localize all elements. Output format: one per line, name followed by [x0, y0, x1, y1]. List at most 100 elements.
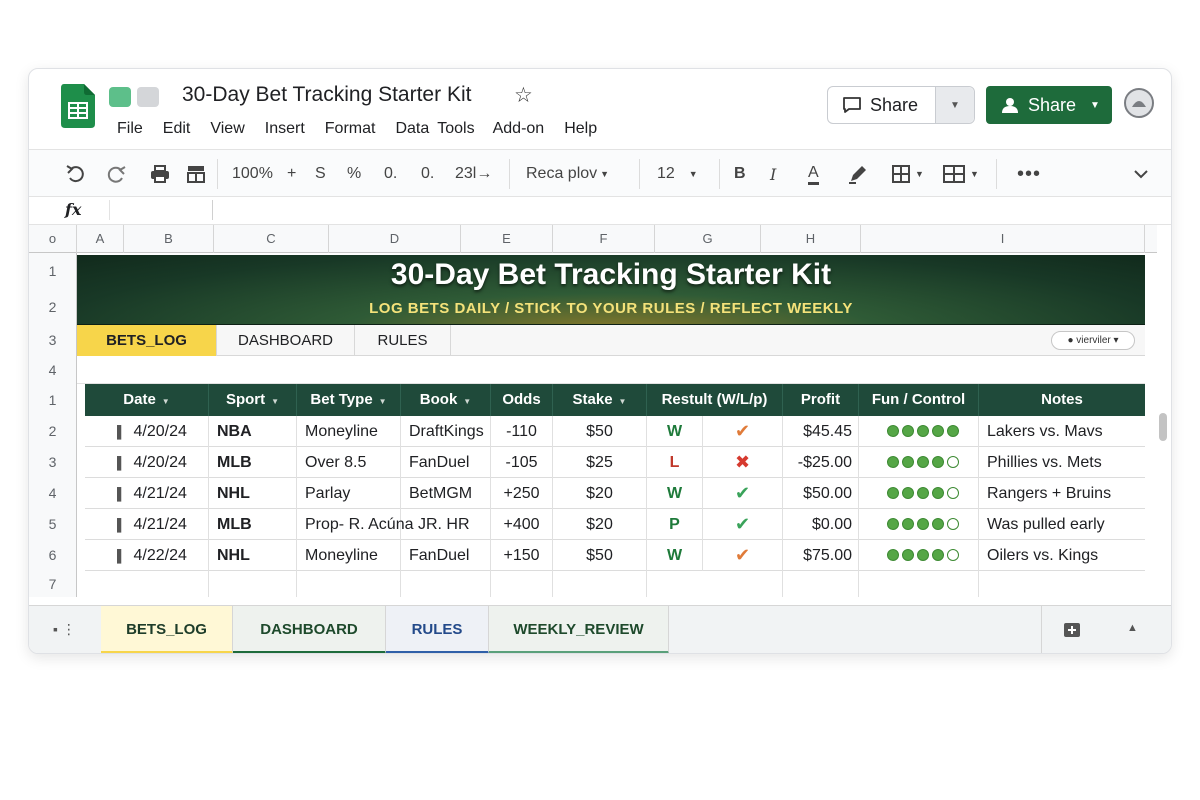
share-button[interactable]: Share ▼ [986, 86, 1112, 124]
undo-icon[interactable] [65, 162, 87, 186]
cell-notes[interactable]: Phillies vs. Mets [979, 447, 1145, 478]
cell-notes[interactable]: Lakers vs. Mavs [979, 416, 1145, 447]
row-header[interactable]: 1 [29, 384, 77, 416]
column-header-g[interactable]: G [655, 225, 761, 253]
cell-result[interactable]: L [647, 447, 703, 478]
cell-book[interactable]: FanDuel [401, 540, 491, 571]
currency-format-button[interactable]: S [315, 162, 326, 186]
add-button[interactable]: + [287, 162, 296, 186]
column-header-i[interactable]: I [861, 225, 1145, 253]
font-size-select[interactable]: 12 ▼ [657, 162, 698, 186]
menu-format[interactable]: Format [325, 120, 376, 138]
cell-book[interactable]: BetMGM [401, 478, 491, 509]
column-header-f[interactable]: F [553, 225, 655, 253]
header-result[interactable]: Restult (W/L/p) [647, 384, 783, 416]
empty-cell[interactable] [859, 571, 979, 597]
column-header-c[interactable]: C [214, 225, 329, 253]
cell-stake[interactable]: $50 [553, 416, 647, 447]
cell-sport[interactable]: MLB [209, 509, 297, 540]
collapse-toolbar-icon[interactable] [1133, 162, 1149, 186]
sheet-tab-bets-log[interactable]: BETS_LOG [101, 606, 233, 653]
cell-date[interactable]: ▌ 4/20/24 [85, 447, 209, 478]
percent-format-button[interactable]: % [347, 162, 361, 186]
empty-cell[interactable] [783, 571, 859, 597]
cell-sport[interactable]: NBA [209, 416, 297, 447]
cell-result[interactable]: W [647, 540, 703, 571]
cell-notes[interactable]: Rangers + Bruins [979, 478, 1145, 509]
menu-help[interactable]: Help [564, 120, 597, 138]
cell-notes[interactable]: Oilers vs. Kings [979, 540, 1145, 571]
column-header-h[interactable]: H [761, 225, 861, 253]
cell-odds[interactable]: +150 [491, 540, 553, 571]
sheets-logo-icon[interactable] [61, 84, 95, 128]
expand-up-icon[interactable]: ▲ [1127, 622, 1138, 634]
more-formats-button[interactable]: 23l→ [455, 162, 492, 186]
cell-odds[interactable]: +400 [491, 509, 553, 540]
cell-bet-type[interactable]: Over 8.5 [297, 447, 401, 478]
header-notes[interactable]: Notes [979, 384, 1145, 416]
cell-stake[interactable]: $20 [553, 478, 647, 509]
cell-stake[interactable]: $50 [553, 540, 647, 571]
empty-cell[interactable] [647, 571, 783, 597]
empty-cell[interactable] [553, 571, 647, 597]
header-fun-control[interactable]: Fun / Control [859, 384, 979, 416]
cell-result[interactable]: W [647, 416, 703, 447]
row-header[interactable]: 4 [29, 478, 77, 509]
formula-input[interactable] [214, 197, 1114, 225]
header-profit[interactable]: Profit [783, 384, 859, 416]
inner-tab-rules[interactable]: RULES [355, 325, 451, 356]
viewer-chip[interactable]: ● vierviler ▾ [1051, 331, 1135, 350]
cell-book[interactable]: FanDuel [401, 447, 491, 478]
row-header[interactable]: 6 [29, 540, 77, 571]
cell-bet-type[interactable]: Moneyline [297, 540, 401, 571]
cell-date[interactable]: ▌ 4/21/24 [85, 509, 209, 540]
text-color-button[interactable]: A [808, 162, 819, 186]
cell-odds[interactable]: -110 [491, 416, 553, 447]
cell-profit[interactable]: -$25.00 [783, 447, 859, 478]
share-outline-button[interactable]: Share ▼ [827, 86, 975, 124]
cell-result[interactable]: W [647, 478, 703, 509]
chevron-down-icon[interactable]: ▼ [1090, 100, 1100, 111]
highlight-pen-icon[interactable] [847, 162, 869, 186]
cell-fun-control[interactable] [859, 478, 979, 509]
cell-sport[interactable]: NHL [209, 478, 297, 509]
menu-tools[interactable]: Tools [437, 120, 474, 138]
vertical-scrollbar[interactable] [1159, 413, 1167, 441]
share-outline-main[interactable]: Share [828, 87, 936, 123]
sheet-tab-dashboard[interactable]: DASHBOARD [233, 606, 386, 653]
cell-odds[interactable]: -105 [491, 447, 553, 478]
header-book[interactable]: Book ▼ [401, 384, 491, 416]
cell-bet-type[interactable]: Parlay [297, 478, 401, 509]
filter-icon[interactable]: ▼ [379, 397, 387, 406]
column-header-d[interactable]: D [329, 225, 461, 253]
account-avatar[interactable] [1124, 88, 1154, 118]
header-date[interactable]: Date ▼ [85, 384, 209, 416]
menu-view[interactable]: View [210, 120, 244, 138]
row-header[interactable]: 7 [29, 571, 77, 597]
empty-cell[interactable] [401, 571, 491, 597]
menu-edit[interactable]: Edit [163, 120, 191, 138]
empty-cell[interactable] [85, 571, 209, 597]
row-header[interactable]: 2 [29, 416, 77, 447]
document-title[interactable]: 30-Day Bet Tracking Starter Kit [182, 83, 471, 107]
column-header-b[interactable]: B [124, 225, 214, 253]
cell-odds[interactable]: +250 [491, 478, 553, 509]
row-header[interactable]: 3 [29, 447, 77, 478]
cell-fun-control[interactable] [859, 447, 979, 478]
header-bet-type[interactable]: Bet Type ▼ [297, 384, 401, 416]
font-select[interactable]: Reca plov ▼ [526, 162, 609, 186]
cell-bet-type[interactable]: Moneyline [297, 416, 401, 447]
cell-stake[interactable]: $20 [553, 509, 647, 540]
cell-fun-control[interactable] [859, 416, 979, 447]
column-header-e[interactable]: E [461, 225, 553, 253]
sheet-tab-weekly-review[interactable]: WEEKLY_REVIEW [489, 606, 669, 653]
decrease-decimal-button[interactable]: 0. [384, 162, 397, 186]
name-box[interactable] [109, 200, 213, 220]
row-header[interactable]: 5 [29, 509, 77, 540]
cell-profit[interactable]: $50.00 [783, 478, 859, 509]
cell-fun-control[interactable] [859, 540, 979, 571]
header-sport[interactable]: Sport ▼ [209, 384, 297, 416]
bold-button[interactable]: B [734, 162, 746, 186]
cell-book[interactable]: DraftKings [401, 416, 491, 447]
borders-icon[interactable]: ▼ [891, 162, 924, 186]
